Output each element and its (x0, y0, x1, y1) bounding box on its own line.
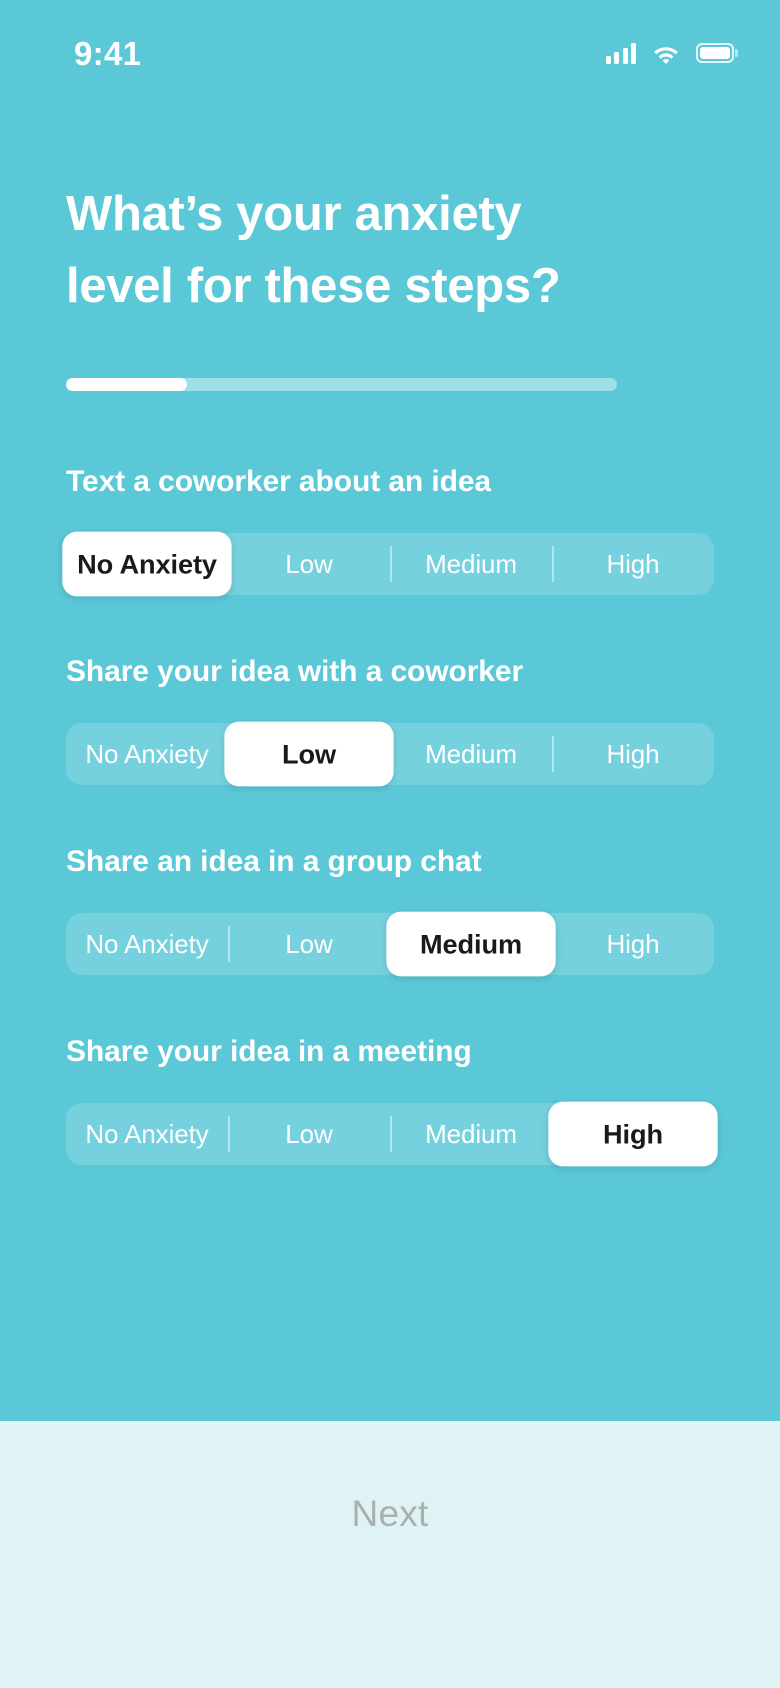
progress-bar-fill (66, 378, 188, 392)
segment-option-medium[interactable]: Medium (390, 533, 552, 595)
segment-option-medium[interactable]: Medium (390, 1103, 552, 1165)
segment-option-high[interactable]: High (552, 913, 714, 975)
main-content: What’s your anxiety level for these step… (0, 0, 780, 1421)
segment-option-low[interactable]: Low (224, 721, 394, 787)
anxiety-level-segmented-control: No Anxiety Low Medium High (66, 911, 714, 977)
wifi-icon (652, 43, 680, 64)
status-bar: 9:41 (0, 0, 780, 96)
question-block: Share an idea in a group chat No Anxiety L… (66, 845, 714, 977)
battery-icon (696, 43, 734, 63)
page-title: What’s your anxiety level for these step… (66, 187, 561, 314)
segment-option-high[interactable]: High (548, 1101, 718, 1167)
question-label: Share your idea in a meeting (66, 1035, 472, 1069)
question-block: Share your idea with a coworker No Anxiet… (66, 655, 714, 787)
segment-option-low[interactable]: Low (228, 913, 390, 975)
segment-option-no-anxiety[interactable]: No Anxiety (66, 1103, 228, 1165)
anxiety-level-segmented-control: No Anxiety Low Medium High (66, 721, 714, 787)
footer-bar: Next (0, 1421, 780, 1688)
segment-option-medium[interactable]: Medium (390, 723, 552, 785)
question-list: Text a coworker about an idea No Anxiety L… (62, 465, 718, 1167)
segment-option-high[interactable]: High (552, 723, 714, 785)
question-label: Text a coworker about an idea (66, 465, 491, 499)
anxiety-level-segmented-control: No Anxiety Low Medium High (66, 1101, 718, 1167)
anxiety-level-segmented-control: No Anxiety Low Medium High (62, 531, 714, 597)
status-bar-time: 9:41 (74, 34, 142, 72)
segment-option-no-anxiety[interactable]: No Anxiety (66, 723, 228, 785)
question-label: Share your idea with a coworker (66, 655, 524, 689)
screen-root: 9:41 What’s your anxiety level for these… (0, 0, 780, 1688)
question-block: Text a coworker about an idea No Anxiety L… (62, 465, 714, 597)
status-bar-icons (605, 33, 734, 64)
question-block: Share your idea in a meeting No Anxiety Lo… (66, 1035, 718, 1167)
cellular-signal-icon (605, 42, 636, 64)
segment-option-no-anxiety[interactable]: No Anxiety (62, 531, 232, 597)
onboarding-progress-bar (66, 378, 617, 392)
segment-option-low[interactable]: Low (228, 533, 390, 595)
segment-option-no-anxiety[interactable]: No Anxiety (66, 913, 228, 975)
next-button[interactable]: Next (352, 1493, 429, 1535)
segment-option-low[interactable]: Low (228, 1103, 390, 1165)
question-label: Share an idea in a group chat (66, 845, 482, 879)
segment-option-high[interactable]: High (552, 533, 714, 595)
segment-option-medium[interactable]: Medium (386, 911, 556, 977)
